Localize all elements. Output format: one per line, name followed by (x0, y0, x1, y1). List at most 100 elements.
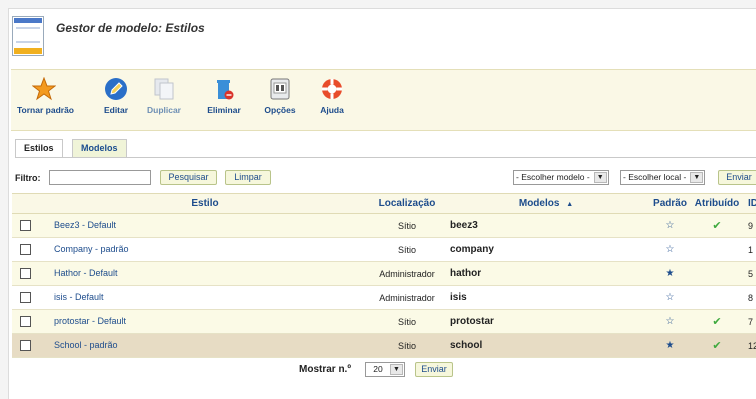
style-link[interactable]: protostar - Default (54, 316, 126, 326)
table-row: School - padrão Sítio school ★ ✔ 12 (12, 333, 756, 358)
header-checkbox-cell (12, 193, 38, 214)
delete-button[interactable]: Eliminar (202, 76, 246, 124)
template-select[interactable]: - Escolher modelo - ▼ (513, 170, 609, 185)
column-style[interactable]: Estilo (38, 193, 372, 214)
limit-select[interactable]: 20 ▼ (365, 362, 405, 377)
row-checkbox[interactable] (19, 291, 31, 303)
id-cell: 9 (744, 213, 756, 238)
template-cell: hathor (442, 261, 650, 286)
chevron-down-icon: ▼ (690, 172, 704, 183)
location-cell: Sítio (372, 309, 442, 334)
styles-table: Estilo Localização Modelos ▲ Padrão Atri… (12, 193, 756, 358)
make-default-label: Tornar padrão (17, 105, 74, 115)
row-checkbox[interactable] (19, 315, 31, 327)
assigned-empty-cell (690, 285, 744, 310)
options-label: Opções (264, 105, 296, 115)
assigned-check-icon: ✔ (690, 309, 744, 334)
column-templates-label: Modelos (518, 198, 560, 209)
template-cell: protostar (442, 309, 650, 334)
template-cell: isis (442, 285, 650, 310)
help-label: Ajuda (320, 105, 344, 115)
template-select-value: - Escolher modelo - (516, 172, 590, 182)
filter-bar: Filtro: Pesquisar Limpar - Escolher mode… (15, 169, 756, 189)
default-star-outline-icon[interactable]: ☆ (650, 237, 690, 262)
chevron-down-icon: ▼ (593, 172, 607, 183)
template-cell: school (442, 333, 650, 358)
location-cell: Sítio (372, 213, 442, 238)
delete-label: Eliminar (207, 105, 241, 115)
assigned-empty-cell (690, 261, 744, 286)
edit-label: Editar (103, 105, 129, 115)
assigned-check-icon: ✔ (690, 333, 744, 358)
id-cell: 5 (744, 261, 756, 286)
location-select[interactable]: - Escolher local - ▼ (620, 170, 706, 185)
row-checkbox[interactable] (19, 219, 31, 231)
row-checkbox[interactable] (19, 339, 31, 351)
location-select-value: - Escolher local - (623, 172, 687, 182)
location-cell: Sítio (372, 333, 442, 358)
tab-divider (15, 157, 756, 158)
assigned-empty-cell (690, 237, 744, 262)
filter-input[interactable] (49, 170, 151, 185)
style-link[interactable]: isis - Default (54, 292, 104, 302)
id-cell: 12 (744, 333, 756, 358)
column-templates[interactable]: Modelos ▲ (442, 193, 650, 214)
trash-icon (211, 76, 237, 102)
template-cell: beez3 (442, 213, 650, 238)
id-cell: 8 (744, 285, 756, 310)
clear-button[interactable]: Limpar (225, 170, 271, 185)
filter-label: Filtro: (15, 173, 41, 183)
location-cell: Sítio (372, 237, 442, 262)
table-row: isis - Default Administrador isis ☆ 8 (12, 285, 756, 310)
chevron-down-icon: ▼ (390, 364, 403, 375)
default-star-outline-icon[interactable]: ☆ (650, 285, 690, 310)
table-row: Hathor - Default Administrador hathor ★ … (12, 261, 756, 286)
pagination-bar: Mostrar n.º 20 ▼ Enviar (17, 358, 756, 382)
template-manager-page: Gestor de modelo: Estilos Tornar padrão … (8, 8, 756, 399)
tab-styles[interactable]: Estilos (15, 139, 63, 158)
pencil-icon (103, 76, 129, 102)
table-row: protostar - Default Sítio protostar ☆ ✔ … (12, 309, 756, 334)
star-icon (31, 76, 57, 102)
duplicate-label: Duplicar (146, 105, 181, 115)
template-manager-icon (12, 16, 44, 56)
lifebuoy-icon (319, 76, 345, 102)
table-row: Beez3 - Default Sítio beez3 ☆ ✔ 9 (12, 213, 756, 238)
sort-asc-icon: ▲ (566, 201, 574, 208)
edit-button[interactable]: Editar (99, 76, 133, 124)
assigned-check-icon: ✔ (690, 213, 744, 238)
location-cell: Administrador (372, 261, 442, 286)
style-link[interactable]: School - padrão (54, 340, 118, 350)
row-checkbox[interactable] (19, 267, 31, 279)
column-location[interactable]: Localização (372, 193, 442, 214)
template-cell: company (442, 237, 650, 262)
make-default-button[interactable]: Tornar padrão (17, 76, 74, 124)
style-link[interactable]: Company - padrão (54, 244, 129, 254)
row-checkbox[interactable] (19, 243, 31, 255)
table-row: Company - padrão Sítio company ☆ 1 (12, 237, 756, 262)
options-icon (267, 76, 293, 102)
copy-icon (151, 76, 177, 102)
search-button[interactable]: Pesquisar (160, 170, 217, 185)
filter-submit-button[interactable]: Enviar (718, 170, 756, 185)
column-default[interactable]: Padrão (650, 193, 690, 214)
id-cell: 1 (744, 237, 756, 262)
column-assigned[interactable]: Atribuído (690, 193, 744, 214)
page-header: Gestor de modelo: Estilos (9, 9, 756, 67)
default-star-outline-icon[interactable]: ☆ (650, 309, 690, 334)
toolbar: Tornar padrão Editar Duplicar Eliminar O… (11, 69, 756, 131)
help-button[interactable]: Ajuda (315, 76, 349, 124)
limit-select-value: 20 (373, 364, 383, 374)
id-cell: 7 (744, 309, 756, 334)
duplicate-button[interactable]: Duplicar (142, 76, 186, 124)
default-star-filled-icon: ★ (650, 261, 690, 286)
style-link[interactable]: Beez3 - Default (54, 220, 116, 230)
page-title: Gestor de modelo: Estilos (56, 21, 205, 35)
style-link[interactable]: Hathor - Default (54, 268, 118, 278)
default-star-outline-icon[interactable]: ☆ (650, 213, 690, 238)
options-button[interactable]: Opções (261, 76, 299, 124)
pagination-submit-button[interactable]: Enviar (415, 362, 453, 377)
column-id[interactable]: ID (744, 193, 756, 214)
tab-templates[interactable]: Modelos (72, 139, 127, 157)
table-header-row: Estilo Localização Modelos ▲ Padrão Atri… (12, 193, 756, 214)
